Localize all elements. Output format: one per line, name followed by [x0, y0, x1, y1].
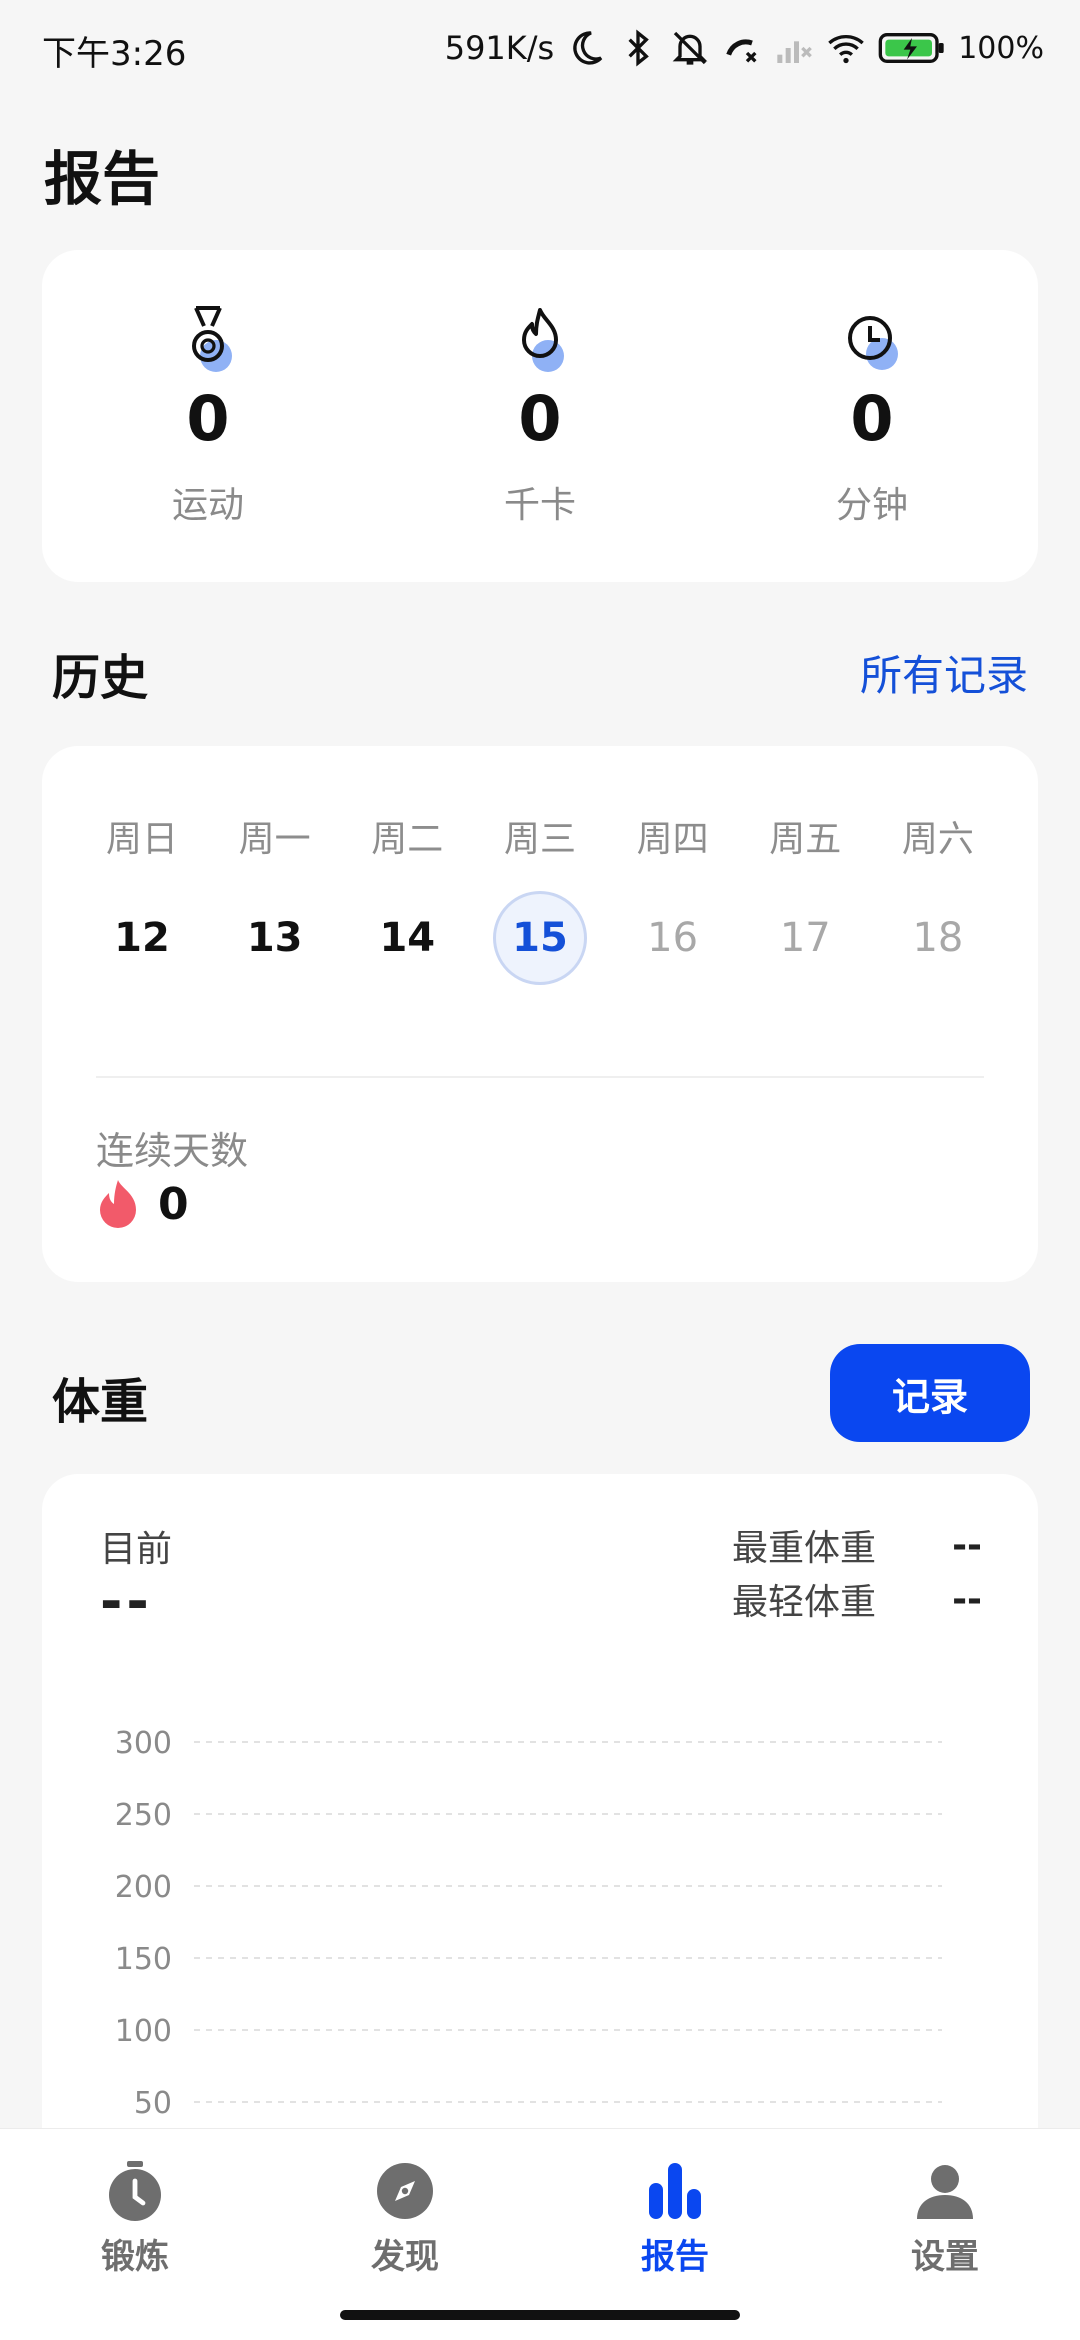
history-card: 周日 周一 周二 周三 周四 周五 周六 12 13 14 15 16 17 1…	[42, 746, 1038, 1282]
stat-label: 运动	[171, 485, 244, 526]
stat-workouts: 0 运动	[42, 250, 374, 582]
flame-icon	[96, 1178, 140, 1230]
page-title: 报告	[44, 145, 161, 213]
y-tick-label: 100	[115, 2014, 172, 2049]
day-row: 12 13 14 15 16 17 18	[82, 890, 998, 986]
weight-title: 体重	[52, 1374, 149, 1430]
bell-muted-icon	[670, 28, 710, 68]
day-14[interactable]: 14	[347, 890, 467, 986]
day-13[interactable]: 13	[215, 890, 335, 986]
y-tick-label: 300	[115, 1726, 172, 1761]
all-records-link[interactable]: 所有记录	[860, 642, 1028, 703]
weekday-label: 周五	[769, 819, 842, 860]
weekday-label: 周三	[503, 819, 576, 860]
weekday-label: 周一	[238, 819, 311, 860]
bottom-nav: 锻炼 发现 报告 设置	[0, 2128, 1080, 2340]
status-time: 下午3:26	[42, 34, 187, 74]
nav-item-report[interactable]: 报告	[540, 2129, 810, 2340]
stat-value: 0	[186, 382, 230, 455]
weekday-label: 周日	[105, 819, 178, 860]
nav-label: 报告	[641, 2237, 709, 2277]
divider	[96, 1076, 984, 1078]
weekday-label: 周六	[901, 819, 974, 860]
home-indicator	[340, 2310, 740, 2320]
stat-minutes: 0 分钟	[706, 250, 1038, 582]
stat-value: 0	[850, 382, 894, 455]
history-title: 历史	[52, 650, 149, 706]
day-12[interactable]: 12	[82, 890, 202, 986]
report-screen: 下午3:26 591K/s 100% 报告 0 运动 0 千卡 0 分钟 历史 …	[0, 0, 1080, 2340]
medal-icon	[176, 302, 240, 374]
moon-icon	[566, 28, 606, 68]
battery-level: 100%	[958, 30, 1044, 66]
day-17: 17	[779, 915, 831, 961]
weekday-label: 周四	[636, 819, 709, 860]
weight-card: 目前 -- 最重体重 -- 最轻体重 -- 300 250 200 150 100 50	[42, 1474, 1038, 2234]
day-15-today[interactable]: 15	[480, 890, 600, 986]
status-icons: 591K/s 100%	[445, 22, 1044, 74]
y-tick-label: 50	[134, 2086, 172, 2121]
streak-row: 0	[96, 1178, 189, 1230]
stat-value: 0	[518, 382, 562, 455]
day-18: 18	[912, 915, 964, 961]
nav-label: 锻炼	[101, 2237, 169, 2277]
clock-icon	[840, 302, 904, 374]
weight-chart: 300 250 200 150 100 50	[115, 1726, 942, 2121]
bluetooth-icon	[618, 28, 658, 68]
stopwatch-icon	[103, 2159, 167, 2223]
nav-label: 发现	[371, 2237, 439, 2277]
y-tick-label: 200	[115, 1870, 172, 1905]
summary-card: 0 运动 0 千卡 0 分钟	[42, 250, 1038, 582]
nav-item-discover[interactable]: 发现	[270, 2129, 540, 2340]
y-tick-label: 250	[115, 1798, 172, 1833]
streak-value: 0	[158, 1178, 189, 1230]
streak-label: 连续天数	[96, 1129, 249, 1173]
weekday-label: 周二	[371, 819, 444, 860]
stat-label: 千卡	[503, 485, 576, 526]
wifi-icon	[826, 28, 866, 68]
weekday-row: 周日 周一 周二 周三 周四 周五 周六	[82, 810, 998, 862]
person-icon	[913, 2159, 977, 2223]
network-speed: 591K/s	[444, 29, 555, 67]
stat-calories: 0 千卡	[374, 250, 706, 582]
day-16: 16	[647, 915, 699, 961]
nav-label: 设置	[911, 2237, 979, 2277]
nav-item-settings[interactable]: 设置	[810, 2129, 1080, 2340]
missed-call-icon	[722, 28, 762, 68]
record-weight-button[interactable]: 记录	[830, 1344, 1030, 1442]
signal-icon	[774, 28, 814, 68]
compass-icon	[373, 2159, 437, 2223]
bar-chart-icon	[643, 2159, 707, 2223]
status-bar: 下午3:26 591K/s 100%	[0, 0, 1080, 96]
stat-label: 分钟	[835, 485, 908, 526]
nav-item-workout[interactable]: 锻炼	[0, 2129, 270, 2340]
battery-charging-icon	[878, 28, 946, 68]
today-day-number: 15	[492, 891, 587, 985]
y-tick-label: 150	[115, 1942, 172, 1977]
flame-icon	[508, 302, 572, 374]
